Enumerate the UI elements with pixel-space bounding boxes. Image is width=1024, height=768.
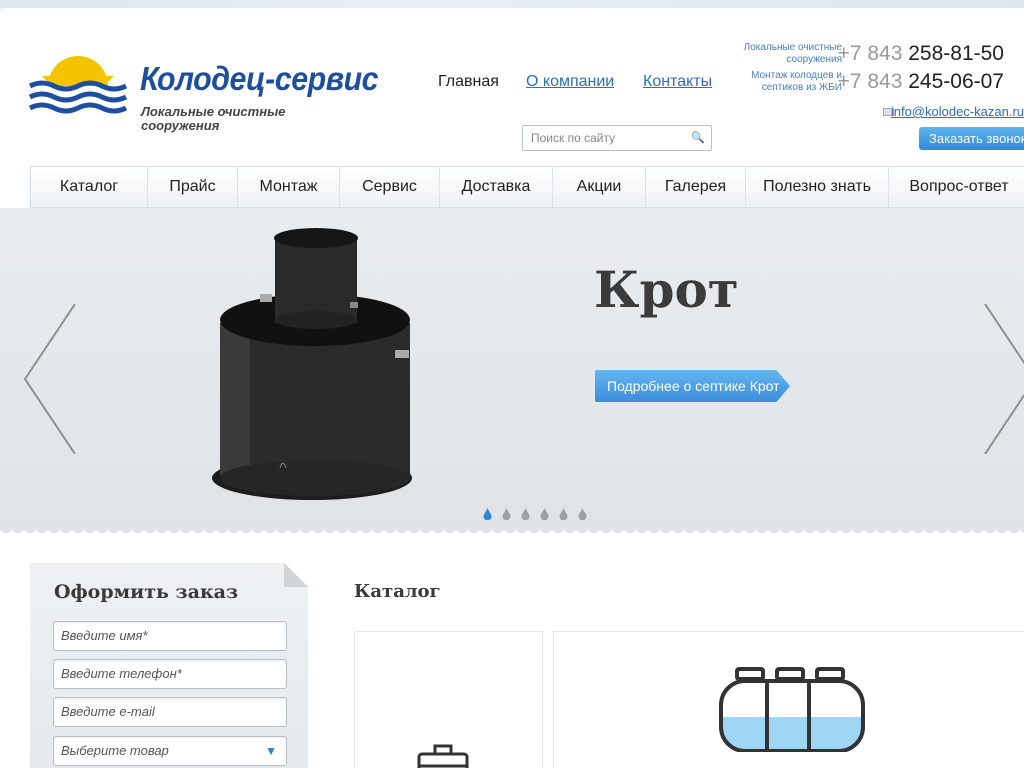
slider-dot-icon[interactable] (578, 508, 587, 520)
menu-item-catalog[interactable]: Каталог (31, 167, 148, 207)
phone2-caption: Монтаж колодцев и септиков из ЖБИ (751, 70, 842, 93)
slider-pagination (483, 508, 587, 520)
nav-home[interactable]: Главная (438, 73, 499, 91)
phone1-caption: Локальные очистные сооружения (743, 42, 842, 65)
order-form-title: Оформить заказ (54, 581, 239, 603)
order-form: Оформить заказ Введите имя* Введите теле… (30, 563, 308, 768)
nav-about[interactable]: О компании (526, 73, 614, 91)
email-field[interactable]: Введите e-mail (53, 697, 287, 727)
product-select[interactable]: Выберите товар ▼ (53, 736, 287, 766)
top-background-strip (0, 0, 1024, 8)
name-field[interactable]: Введите имя* (53, 621, 287, 651)
slider-next-arrow-icon[interactable] (980, 304, 1024, 454)
storage-tank-icon (719, 667, 865, 752)
slider-dot-icon[interactable] (502, 508, 511, 520)
catalog-card[interactable] (354, 631, 543, 768)
catalog-card[interactable] (553, 631, 1024, 768)
product-select-value: Выберите товар (61, 743, 169, 758)
phone1[interactable]: +7 843 258-81-50 (838, 42, 1004, 66)
menu-item-service[interactable]: Сервис (340, 167, 440, 207)
logo-icon[interactable] (28, 56, 128, 118)
callback-button[interactable]: Заказать звонок (919, 127, 1024, 150)
slide-title: Крот (594, 260, 739, 319)
page-fold-corner (284, 563, 308, 587)
slider-dot-icon[interactable] (521, 508, 530, 520)
menu-item-faq[interactable]: Вопрос-ответ (889, 167, 1024, 207)
brand-tagline: Локальные очистные сооружения (141, 104, 286, 133)
slide-more-button[interactable]: Подробнее о септике Крот (595, 370, 790, 402)
catalog-title: Каталог (354, 581, 441, 602)
nav-contacts[interactable]: Контакты (643, 73, 712, 91)
hero-slider: Крот Подробнее о септике Крот (0, 208, 1024, 539)
slider-dot-icon[interactable] (483, 508, 492, 520)
search-input[interactable]: Поиск по сайту 🔍 (522, 125, 712, 151)
menu-item-installation[interactable]: Монтаж (238, 167, 340, 207)
slider-dot-icon[interactable] (559, 508, 568, 520)
slider-dot-icon[interactable] (540, 508, 549, 520)
slider-prev-arrow-icon[interactable] (20, 304, 80, 454)
menu-item-delivery[interactable]: Доставка (440, 167, 553, 207)
septic-tank-icon (417, 744, 469, 768)
email-link[interactable]: info@kolodec-kazan.ru (891, 104, 1024, 119)
phone2[interactable]: +7 843 245-06-07 (838, 70, 1004, 94)
menu-item-price[interactable]: Прайс (148, 167, 238, 207)
main-menu: Каталог Прайс Монтаж Сервис Доставка Акц… (30, 166, 1024, 208)
septic-tank-image (212, 228, 412, 500)
brand-name[interactable]: Колодец-сервис (140, 60, 379, 98)
search-placeholder: Поиск по сайту (531, 131, 616, 145)
menu-item-gallery[interactable]: Галерея (646, 167, 746, 207)
menu-item-useful[interactable]: Полезно знать (746, 167, 889, 207)
phone-field[interactable]: Введите телефон* (53, 659, 287, 689)
page: Колодец-сервис Локальные очистные сооруж… (0, 8, 1024, 768)
search-icon[interactable]: 🔍 (691, 131, 705, 144)
chevron-down-icon: ▼ (265, 744, 277, 758)
menu-item-promotions[interactable]: Акции (553, 167, 646, 207)
